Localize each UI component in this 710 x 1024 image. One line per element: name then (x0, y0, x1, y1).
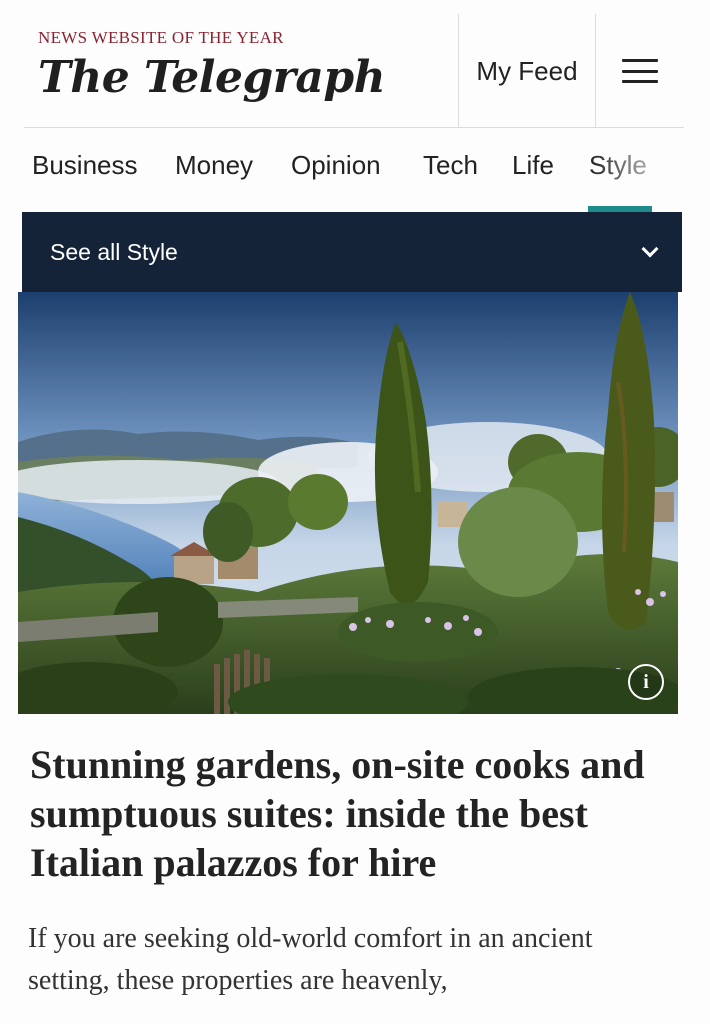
nav-item-tech[interactable]: Tech (423, 150, 478, 181)
nav-item-money[interactable]: Money (175, 150, 253, 181)
nav-item-life[interactable]: Life (512, 150, 554, 181)
page: NEWS WEBSITE OF THE YEAR The Telegraph M… (0, 0, 710, 1024)
menu-button[interactable] (596, 14, 684, 128)
hamburger-menu-icon (622, 59, 658, 83)
section-dropdown-label: See all Style (50, 238, 178, 265)
article-standfirst: If you are seeking old-world comfort in … (28, 923, 593, 996)
hero-image: i (18, 292, 678, 714)
nav-item-business[interactable]: Business (32, 150, 138, 181)
info-icon[interactable]: i (628, 664, 664, 700)
section-nav: Business Money Opinion Tech Life Style (0, 140, 710, 212)
brand-logo[interactable]: NEWS WEBSITE OF THE YEAR The Telegraph (38, 28, 386, 103)
masthead-logo: The Telegraph (38, 52, 386, 103)
tagline: NEWS WEBSITE OF THE YEAR (38, 28, 284, 47)
site-header: NEWS WEBSITE OF THE YEAR The Telegraph M… (24, 14, 684, 128)
chevron-down-icon (641, 240, 659, 258)
nav-item-style[interactable]: Style (589, 150, 647, 181)
article-headline[interactable]: Stunning gardens, on-site cooks and sump… (30, 740, 670, 887)
nav-item-opinion[interactable]: Opinion (291, 150, 381, 181)
my-feed-button[interactable]: My Feed (458, 14, 596, 128)
section-dropdown[interactable]: See all Style (22, 212, 682, 292)
garden-landscape-image (18, 292, 678, 714)
